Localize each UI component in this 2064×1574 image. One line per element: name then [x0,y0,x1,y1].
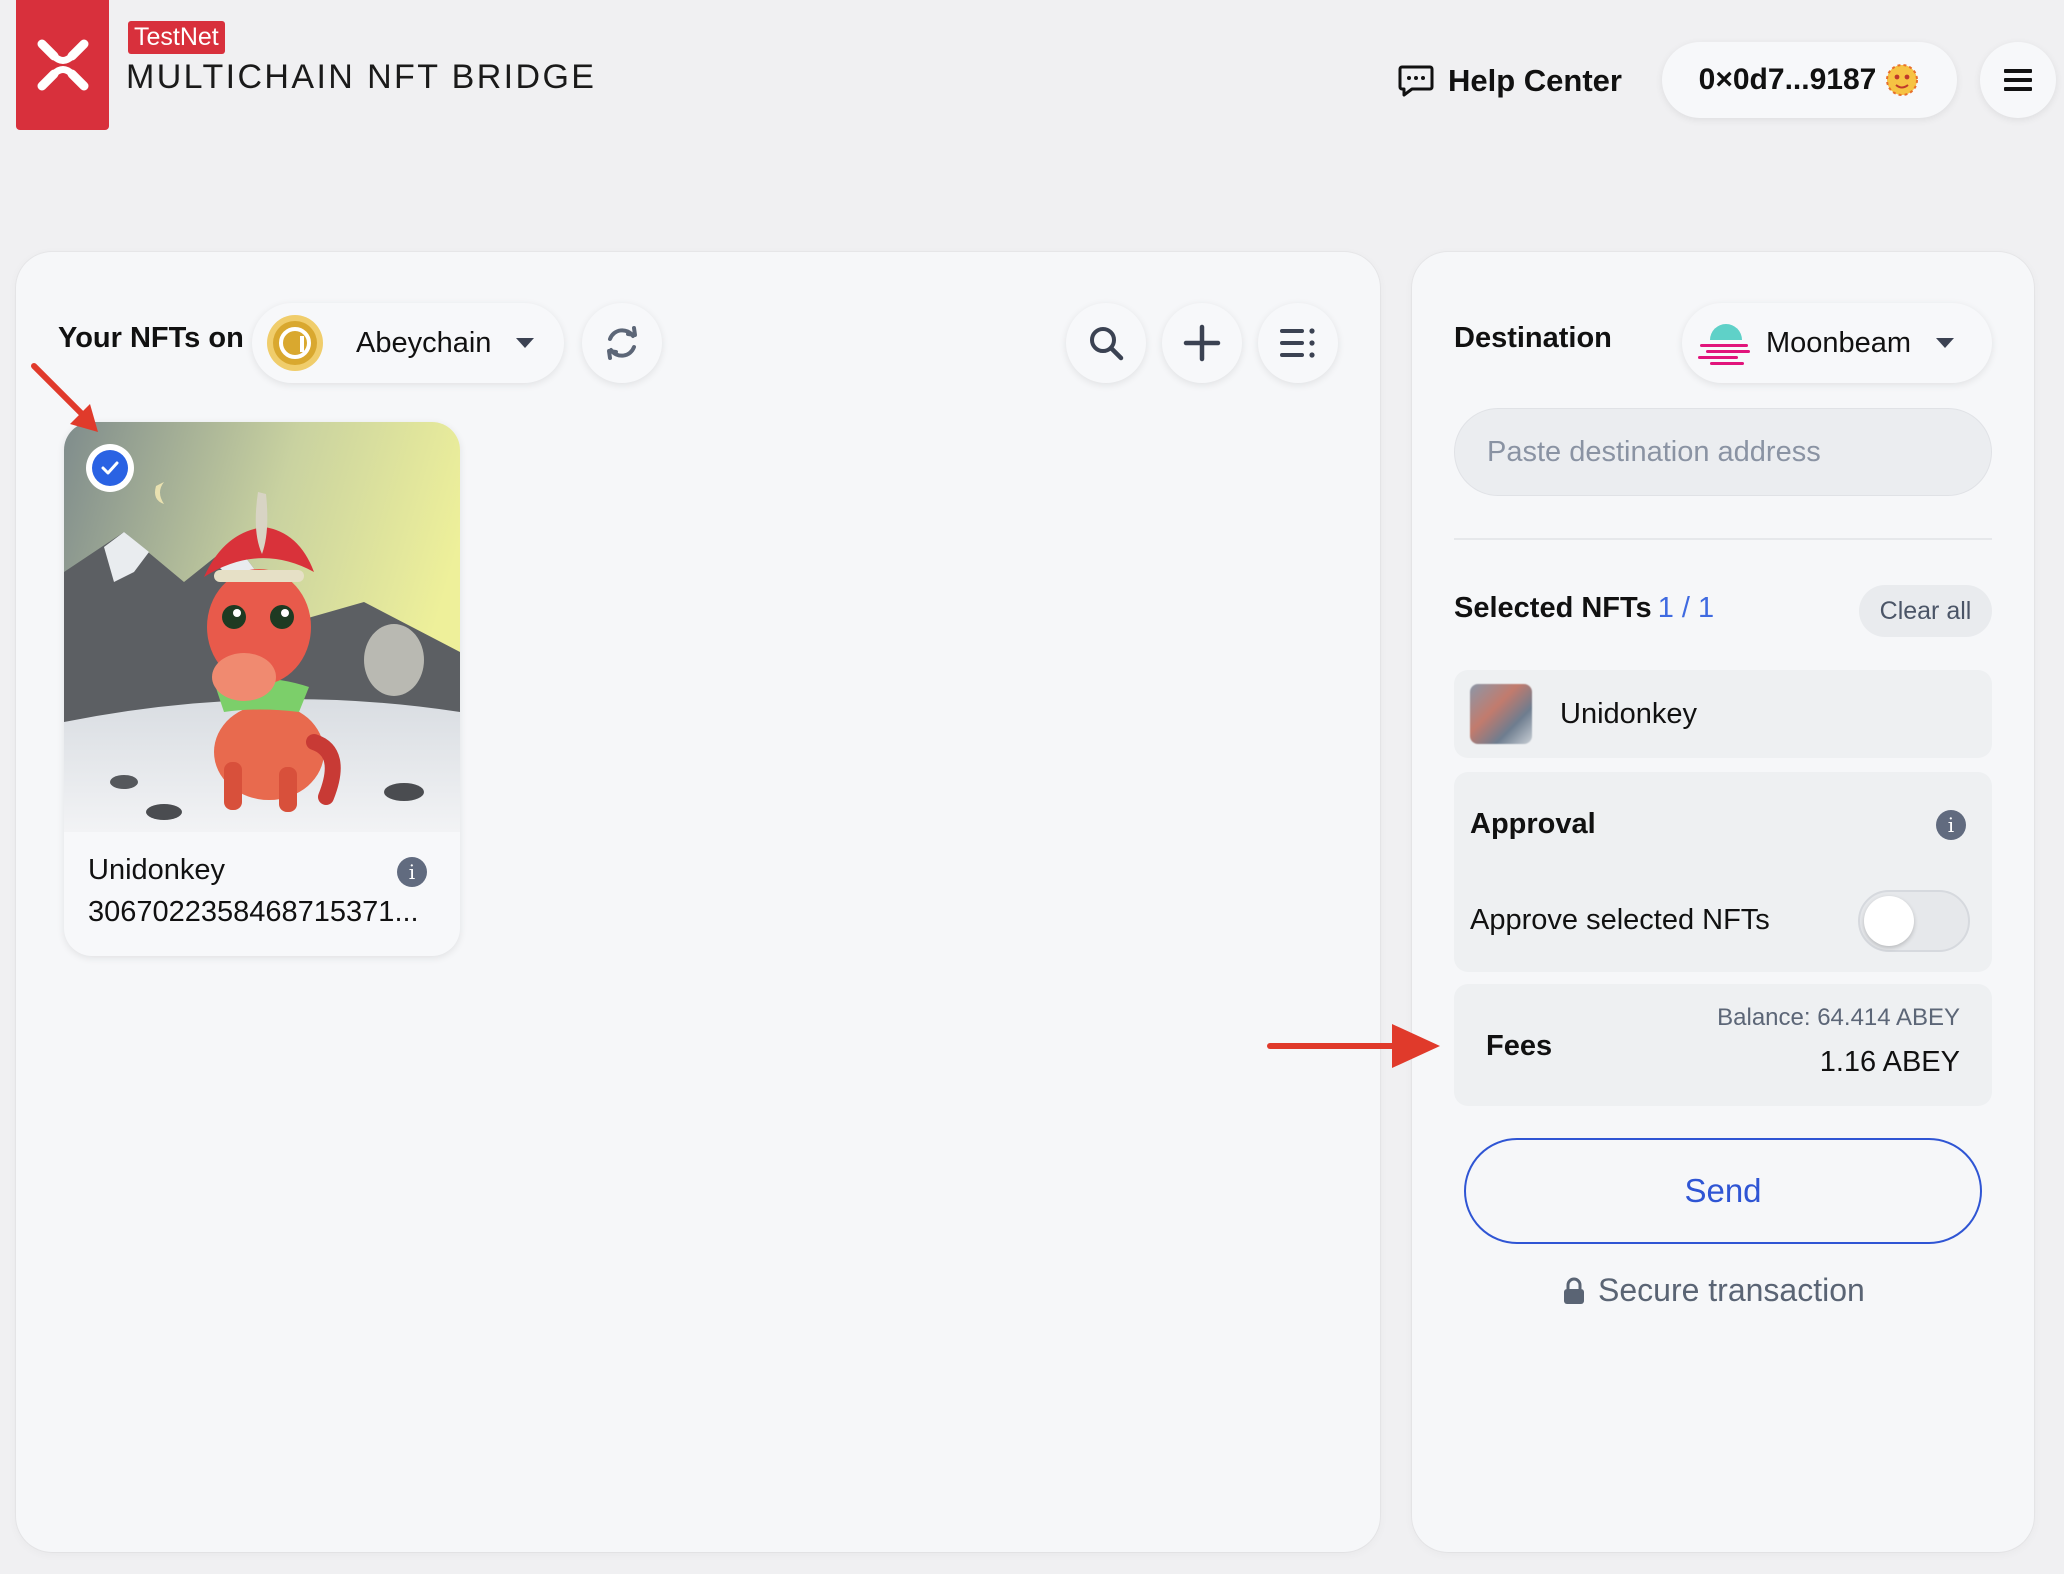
search-button[interactable] [1066,303,1146,383]
source-chain-name: Abeychain [356,326,492,359]
fees-amount: 1.16 ABEY [1819,1046,1960,1078]
nft-image [64,422,460,832]
source-chain-label: Your NFTs on [58,322,244,354]
plus-icon [1183,324,1221,362]
x-logo-icon [37,39,88,91]
secure-transaction-label: Secure transaction [1598,1272,1865,1308]
hamburger-icon [2004,69,2032,91]
selected-nfts-count: 1 / 1 [1657,592,1715,624]
view-options-button[interactable] [1258,303,1338,383]
destination-chain-select[interactable]: Moonbeam [1682,303,1992,383]
fees-label: Fees [1486,1030,1553,1062]
selected-nfts-heading: Selected NFTs 1 / 1 [1454,592,1714,625]
info-icon[interactable]: i [397,857,427,887]
menu-button[interactable] [1980,42,2056,118]
bridge-logo[interactable] [16,0,109,130]
chevron-down-icon [1936,338,1955,348]
approve-label: Approve selected NFTs [1470,904,1770,936]
selected-nft-thumbnail [1470,684,1532,744]
selected-nfts-label: Selected NFTs [1454,592,1652,624]
fees-section: Fees Balance: 64.414 ABEY 1.16 ABEY [1454,984,1992,1106]
chevron-down-icon [516,338,535,348]
fees-balance: Balance: 64.414 ABEY [1717,1004,1960,1031]
destination-label: Destination [1454,322,1612,354]
nft-selected-checkbox[interactable] [86,444,134,492]
wallet-address-button[interactable]: 0×0d7...9187 [1662,42,1957,118]
approve-toggle[interactable] [1858,890,1970,952]
destination-chain-name: Moonbeam [1766,326,1912,359]
nft-name: Unidonkey [88,854,226,886]
approval-section: Approval i Approve selected NFTs [1454,772,1992,972]
send-button[interactable]: Send [1464,1138,1982,1244]
clear-all-button[interactable]: Clear all [1859,585,1992,637]
approval-title: Approval [1470,808,1596,840]
abeychain-icon [267,315,323,371]
chat-icon [1398,65,1434,97]
destination-address-input[interactable] [1454,408,1992,496]
testnet-badge: TestNet [128,21,225,54]
nft-card[interactable]: Unidonkey i 3067022358468715371... [64,422,460,956]
list-filter-icon [1280,328,1315,358]
annotation-arrow-icon [1267,1024,1440,1068]
source-nfts-panel: Your NFTs on Abeychain Unidonkey i 30670… [16,252,1380,1552]
nft-token-id: 3067022358468715371... [88,896,419,928]
help-center-link[interactable]: Help Center [1398,58,1622,104]
selected-nft-name: Unidonkey [1560,697,1698,730]
refresh-button[interactable] [582,303,662,383]
transfer-panel: Destination Moonbeam Selected NFTs1 / 1 … [1412,252,2034,1552]
help-center-label: Help Center [1448,63,1622,98]
secure-transaction-note: Secure transaction [1562,1272,1884,1309]
search-icon [1090,327,1124,361]
lock-icon [1564,1277,1584,1304]
refresh-icon [607,326,637,360]
toggle-knob [1864,896,1914,946]
app-title: MULTICHAIN NFT BRIDGE [126,58,597,96]
checkmark-icon [101,461,119,475]
divider [1454,538,1992,540]
selected-nft-item: Unidonkey [1454,670,1992,758]
wallet-avatar-icon [1886,64,1919,96]
moonbeam-icon [1698,324,1750,365]
info-icon[interactable]: i [1936,810,1966,840]
bridge-app: TestNet MULTICHAIN NFT BRIDGE Help Cente… [0,0,2064,1574]
source-chain-select[interactable]: Abeychain [252,303,564,383]
add-nft-button[interactable] [1162,303,1242,383]
annotation-arrow-icon [31,363,98,432]
wallet-address: 0×0d7...9187 [1698,63,1877,96]
